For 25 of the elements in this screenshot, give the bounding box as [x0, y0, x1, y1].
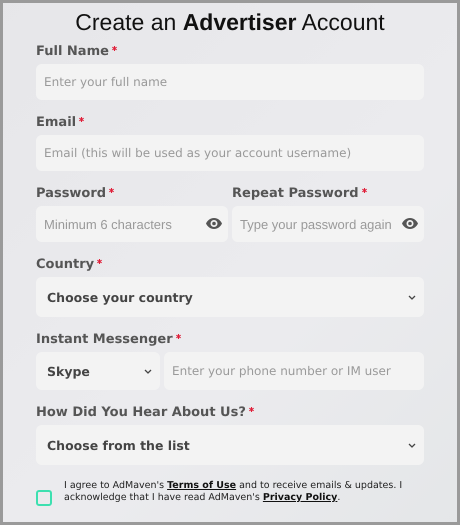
eye-icon[interactable]	[402, 218, 418, 229]
chevron-down-icon	[144, 368, 152, 374]
field-label: Repeat Password	[232, 186, 359, 201]
select-dropdown[interactable]: Choose your country	[36, 277, 424, 317]
privacy-link[interactable]: Privacy Policy	[262, 492, 338, 503]
page-title: Create an Advertiser Account	[74, 9, 386, 36]
consent-text: I agree to AdMaven's Terms of Use and to receive emails & updates. I acknowledge that I have read AdMaven's Privacy Policy.	[64, 480, 404, 504]
chevron-down-icon	[408, 442, 416, 448]
password-field[interactable]: Type your password again	[232, 206, 424, 242]
text-input-field[interactable]: Enter your full name	[36, 64, 424, 100]
messenger-select[interactable]: Skype	[36, 352, 160, 390]
text-input-field[interactable]: Email (this will be used as your account username)	[36, 135, 424, 171]
chevron-down-icon	[408, 294, 416, 300]
password-field[interactable]: Minimum 6 characters	[36, 206, 228, 242]
consent-checkbox[interactable]	[36, 490, 52, 506]
terms-link[interactable]: Terms of Use	[167, 480, 236, 491]
messenger-id-input[interactable]: Enter your phone number or IM user	[164, 352, 424, 390]
select-dropdown[interactable]: Choose from the list	[36, 425, 424, 465]
field-label: How Did You Hear About Us?	[36, 405, 246, 420]
eye-icon[interactable]	[206, 218, 222, 229]
field-label: Instant Messenger	[36, 332, 173, 347]
field-label: Full Name	[36, 44, 109, 59]
field-label: Country	[36, 257, 94, 272]
field-label: Password	[36, 186, 106, 201]
field-label: Email	[36, 115, 76, 130]
